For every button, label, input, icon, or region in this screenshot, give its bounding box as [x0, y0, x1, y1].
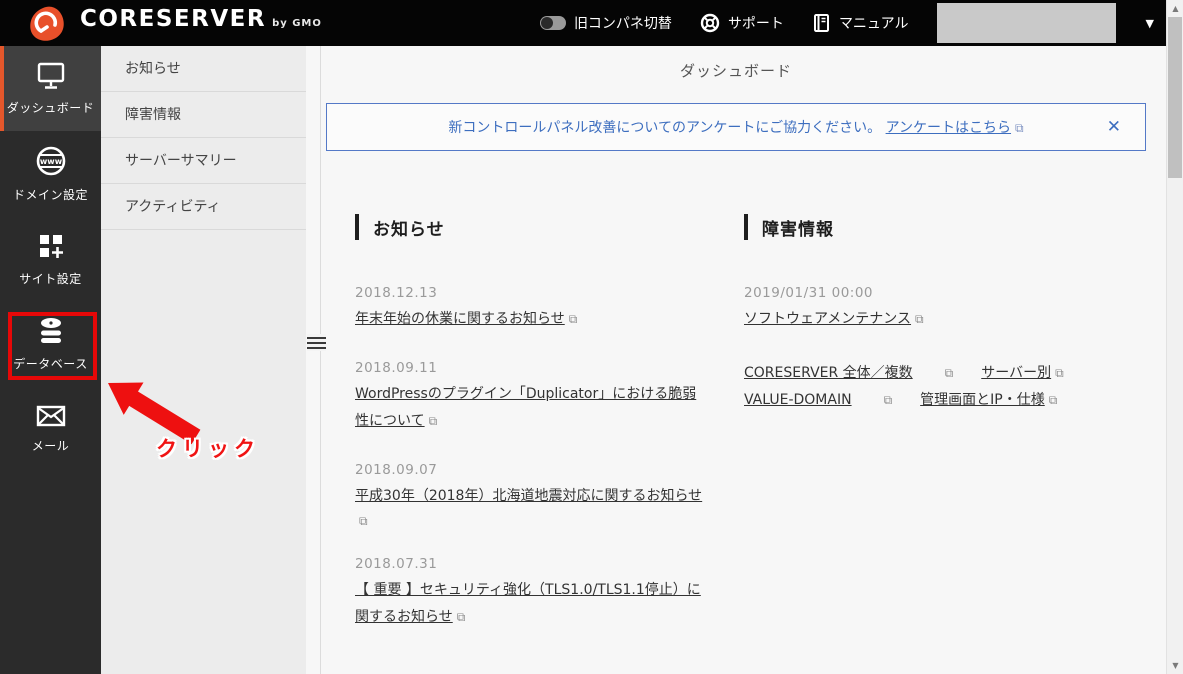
incidents-section-title: 障害情報 [744, 214, 1074, 240]
incident-scope-link[interactable]: VALUE-DOMAIN [744, 392, 852, 408]
main-content: ダッシュボード 新コントロールパネル改善についてのアンケートにご協力ください。 … [306, 46, 1166, 674]
book-icon [813, 14, 829, 32]
mail-icon [36, 405, 65, 426]
news-date: 2018.12.13 [355, 285, 438, 301]
external-link-icon: ⧉ [1048, 393, 1058, 407]
brand-byline: by GMO [272, 17, 322, 29]
submenu-item-news[interactable]: お知らせ [101, 46, 306, 92]
annotation-click-label: クリック [156, 437, 260, 461]
external-link-icon: ⧉ [359, 514, 368, 528]
news-link[interactable]: 年末年始の休業に関するお知らせ [355, 311, 565, 327]
scrollbar-thumb[interactable] [1168, 17, 1182, 178]
sidebar-item-dashboard[interactable]: ダッシュボード [0, 46, 101, 131]
news-item: 2018.09.11 WordPressのプラグイン「Duplicator」にお… [355, 360, 707, 435]
incident-scope-link[interactable]: CORESERVER 全体／複数 [744, 365, 913, 381]
incident-item: 2019/01/31 00:00 ソフトウェアメンテナンス ⧉ [744, 285, 1074, 333]
page-title: ダッシュボード [679, 62, 792, 80]
content-divider [320, 46, 321, 674]
sidebar-item-label: ドメイン設定 [12, 187, 88, 202]
sidebar-item-mail[interactable]: メール [0, 386, 101, 471]
news-date: 2018.09.07 [355, 462, 438, 478]
news-link[interactable]: 【 重要 】セキュリティ強化（TLS1.0/TLS1.1停止）に関するお知らせ [355, 582, 701, 625]
sidebar-item-domain[interactable]: www ドメイン設定 [0, 131, 101, 216]
monitor-icon [37, 62, 64, 89]
survey-link[interactable]: アンケートはこちら [886, 120, 1011, 136]
support-label: サポート [727, 16, 784, 32]
incident-scope-link[interactable]: サーバー別 [981, 365, 1051, 381]
sidebar-item-label: サイト設定 [19, 271, 82, 286]
external-link-icon: ⧉ [883, 393, 893, 407]
external-link-icon: ⧉ [1015, 121, 1024, 135]
news-date: 2018.07.31 [355, 556, 438, 572]
incidents-column: 障害情報 2019/01/31 00:00 ソフトウェアメンテナンス ⧉ CORE… [744, 214, 1074, 674]
incident-filter-links: CORESERVER 全体／複数 ⧉ サーバー別 ⧉ VALUE-DOMAIN ⧉ 管理画… [744, 360, 1074, 414]
survey-banner: 新コントロールパネル改善についてのアンケートにご協力ください。 アンケートはこち… [326, 103, 1146, 151]
sidebar-item-database[interactable]: データベース [0, 301, 101, 386]
sidebar-item-label: ダッシュボード [6, 100, 95, 115]
sidebar-collapse-handle[interactable] [307, 334, 326, 351]
external-link-icon: ⧉ [1055, 366, 1064, 380]
news-item: 2018.12.13 年末年始の休業に関するお知らせ ⧉ [355, 285, 707, 333]
news-date: 2018.09.11 [355, 360, 438, 376]
submenu-item-server-summary[interactable]: サーバーサマリー [101, 138, 306, 184]
news-link[interactable]: 平成30年（2018年）北海道地震対応に関するお知らせ [355, 488, 702, 504]
primary-sidebar: ダッシュボード www ドメイン設定 サイト設定 データベース メール [0, 46, 101, 674]
banner-close-button[interactable]: ✕ [1107, 117, 1121, 137]
topbar-menu: 旧コンパネ切替 サポート マニュアル ▼ [539, 3, 1154, 43]
globe-www-icon: www [36, 146, 65, 175]
sidebar-item-sites[interactable]: サイト設定 [0, 216, 101, 301]
manual-label: マニュアル [838, 16, 909, 32]
external-link-icon: ⧉ [915, 312, 924, 326]
sidebar-item-label: メール [31, 438, 70, 453]
site-grid-icon [39, 234, 63, 258]
account-name-redacted[interactable] [936, 3, 1116, 43]
coreserver-logo-icon [30, 6, 64, 41]
news-item: 2018.09.07 平成30年（2018年）北海道地震対応に関するお知らせ ⧉ [355, 462, 707, 529]
manual-link[interactable]: マニュアル [812, 13, 909, 33]
page-scrollbar[interactable]: ▲ ▼ [1166, 0, 1183, 674]
lifebuoy-icon [700, 13, 720, 33]
external-link-icon: ⧉ [428, 414, 438, 428]
incident-link[interactable]: ソフトウェアメンテナンス [744, 311, 911, 327]
brand-name: CORESERVER [80, 5, 267, 32]
brand-logo[interactable]: CORESERVER by GMO [28, 6, 322, 41]
news-link[interactable]: WordPressのプラグイン「Duplicator」における脆弱性について [355, 386, 696, 429]
topbar: CORESERVER by GMO 旧コンパネ切替 サポート マニュアル ▼ [0, 0, 1166, 46]
legacy-panel-toggle[interactable]: 旧コンパネ切替 [539, 13, 672, 33]
support-link[interactable]: サポート [700, 13, 784, 33]
database-icon [40, 317, 61, 343]
caret-down-icon[interactable]: ▼ [1146, 17, 1154, 30]
scroll-down-arrow-icon[interactable]: ▼ [1167, 657, 1183, 674]
submenu-item-incidents[interactable]: 障害情報 [101, 92, 306, 138]
scroll-up-arrow-icon[interactable]: ▲ [1167, 0, 1183, 17]
legacy-panel-toggle-label: 旧コンパネ切替 [573, 16, 672, 32]
incident-date: 2019/01/31 00:00 [744, 285, 874, 301]
news-column: お知らせ 2018.12.13 年末年始の休業に関するお知らせ ⧉ 2018.09… [355, 214, 707, 674]
banner-message: 新コントロールパネル改善についてのアンケートにご協力ください。 [448, 120, 882, 136]
incident-scope-link[interactable]: 管理画面とIP・仕様 [920, 392, 1045, 408]
external-link-icon: ⧉ [456, 610, 466, 624]
dashboard-submenu: お知らせ 障害情報 サーバーサマリー アクティビティ [101, 46, 306, 674]
news-item: 2018.07.31 【 重要 】セキュリティ強化（TLS1.0/TLS1.1停… [355, 556, 707, 631]
svg-text:www: www [39, 157, 62, 166]
submenu-item-activity[interactable]: アクティビティ [101, 184, 306, 230]
external-link-icon: ⧉ [568, 312, 578, 326]
external-link-icon: ⧉ [944, 366, 954, 380]
news-section-title: お知らせ [355, 214, 707, 240]
toggle-switch-icon [539, 16, 566, 30]
sidebar-item-label: データベース [13, 356, 88, 371]
